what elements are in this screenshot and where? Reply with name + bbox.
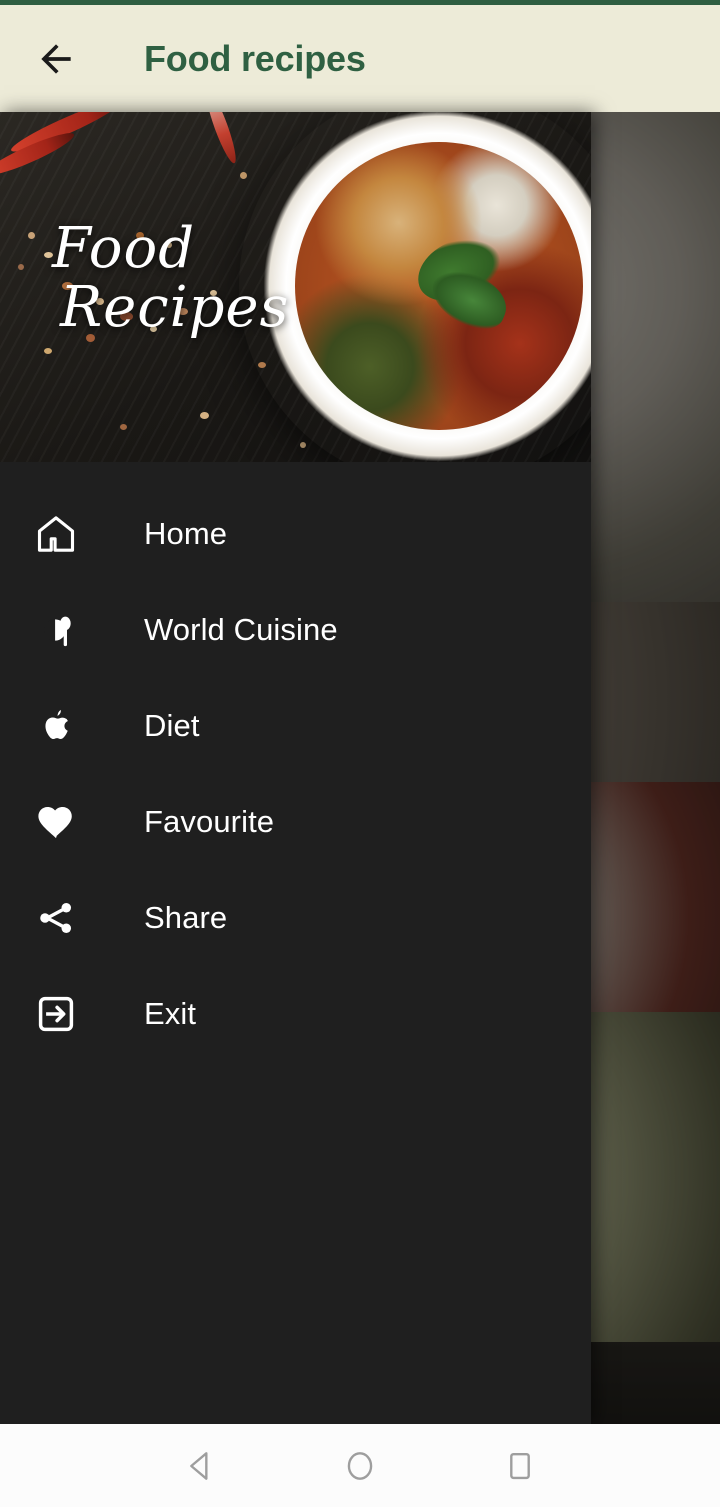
nav-home-circle-icon: [347, 1451, 373, 1480]
exit-icon: [32, 990, 80, 1038]
drawer-item-favourite[interactable]: Favourite: [0, 774, 591, 870]
drawer-menu: Home World Cuisine Diet Favourite Share …: [0, 462, 591, 1062]
drawer-header-title-line2: Recipes: [60, 274, 290, 340]
drawer-item-label: Share: [144, 900, 228, 935]
apple-icon: [32, 702, 80, 750]
home-icon: [32, 510, 80, 558]
drawer-item-world-cuisine[interactable]: World Cuisine: [0, 582, 591, 678]
drawer-item-label: Diet: [144, 708, 200, 743]
nav-back-triangle-icon: [190, 1451, 208, 1480]
drawer-item-label: World Cuisine: [144, 612, 338, 647]
nav-recents-square-icon: [510, 1452, 530, 1479]
app-bar: Food recipes: [0, 5, 720, 112]
arrow-back-icon: [41, 43, 71, 74]
drawer-item-label: Home: [144, 516, 228, 551]
drawer-item-label: Exit: [144, 996, 197, 1031]
dining-plate-icon: [32, 606, 80, 654]
heart-filled-icon: [32, 798, 80, 846]
nav-home-button[interactable]: [330, 1436, 390, 1496]
curry-bowl-contents: [295, 142, 583, 430]
nav-back-button[interactable]: [170, 1436, 230, 1496]
curry-bowl-photo: [239, 112, 591, 462]
navigation-drawer: Food Recipes Home World Cuisine Diet Fav…: [0, 112, 591, 1424]
drawer-item-label: Favourite: [144, 804, 275, 839]
nav-recents-button[interactable]: [490, 1436, 550, 1496]
drawer-header-title-line1: Food: [52, 216, 196, 281]
back-button[interactable]: [28, 31, 84, 87]
drawer-item-exit[interactable]: Exit: [0, 966, 591, 1062]
app-screen: Food recipes ner: [0, 0, 720, 1507]
android-navigation-bar: [0, 1424, 720, 1507]
share-icon: [32, 894, 80, 942]
drawer-header-title: Food Recipes: [52, 219, 290, 340]
drawer-item-share[interactable]: Share: [0, 870, 591, 966]
page-title: Food recipes: [144, 37, 366, 79]
drawer-item-home[interactable]: Home: [0, 486, 591, 582]
drawer-header: Food Recipes: [0, 112, 591, 462]
drawer-item-diet[interactable]: Diet: [0, 678, 591, 774]
